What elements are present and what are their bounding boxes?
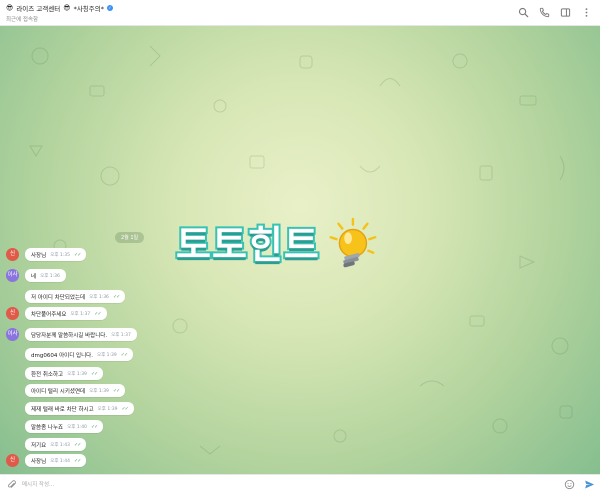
message-input[interactable] (22, 478, 542, 491)
message-time: 오후 1:40 (67, 424, 87, 430)
read-ticks-icon: ✓✓ (112, 293, 120, 300)
read-ticks-icon: ✓✓ (74, 457, 81, 464)
phone-icon[interactable] (539, 7, 550, 18)
read-ticks-icon: ✓✓ (112, 387, 120, 394)
message-time: 오후 1:37 (111, 332, 131, 338)
chat-header[interactable]: 😎 라이즈 고객센터 😎 *사칭주의* ✓ 최근에 접속함 (0, 0, 600, 26)
message-text: 아이디 털리 시키셨연데 (31, 388, 86, 395)
message-time: 오후 1:35 (50, 252, 71, 258)
lightbulb-icon (329, 217, 377, 268)
avatar[interactable]: 이사 (6, 328, 19, 341)
message-bubble[interactable]: 네 오후 1:36 (25, 269, 66, 282)
message-text: 저 아이디 차단되었는데 (31, 294, 86, 301)
message-bubble[interactable]: 담당자분께 말씀하시길 바랍니다. 오후 1:37 (25, 328, 137, 341)
send-icon[interactable] (584, 479, 595, 490)
message-text: 환전 취소하고 (31, 371, 64, 378)
watermark-logo-text: 토토힌트 (174, 223, 321, 267)
message-bubble[interactable]: 환전 취소하고 오후 1:39 ✓✓ (25, 367, 104, 380)
avatar[interactable]: 이사 (6, 269, 19, 282)
message-time: 오후 1:39 (97, 406, 118, 412)
read-ticks-icon: ✓✓ (94, 310, 101, 317)
read-ticks-icon: ✓✓ (90, 423, 98, 430)
message-text: 사장님 (31, 252, 47, 259)
chat-messages-area[interactable]: 토토힌트 2월 1일 신 이사 신 이사 신 사장님 오후 1:35 ✓✓ 네 … (0, 26, 600, 474)
header-actions (518, 7, 592, 18)
message-time: 오후 1:36 (89, 294, 109, 300)
watermark-logo: 토토힌트 (174, 216, 380, 274)
message-bubble[interactable]: 사장님 오후 1:44 ✓✓ (25, 454, 87, 467)
read-ticks-icon: ✓✓ (121, 405, 128, 412)
message-bubble[interactable]: 제재 털래 바로 차단 하시고 오후 1:39 ✓✓ (25, 402, 134, 415)
message-bubble[interactable]: 사장님 오후 1:35 ✓✓ (25, 248, 87, 261)
message-composer-bar (0, 474, 600, 494)
message-time: 오후 1:43 (50, 442, 71, 448)
date-separator: 2월 1일 (115, 232, 145, 243)
message-bubble[interactable]: 말씀좀 나누죠 오후 1:40 ✓✓ (25, 420, 104, 433)
chat-title[interactable]: 😎 라이즈 고객센터 😎 *사칭주의* ✓ (6, 3, 113, 13)
message-time: 오후 1:36 (40, 273, 60, 279)
message-text: 말씀좀 나누죠 (31, 424, 64, 431)
message-text: 담당자분께 말씀하시길 바랍니다. (31, 332, 108, 339)
last-seen-status: 최근에 접속함 (6, 17, 39, 23)
message-bubble[interactable]: 저 아이디 차단되었는데 오후 1:36 ✓✓ (25, 290, 126, 303)
telegram-chat-window: 😎 라이즈 고객센터 😎 *사칭주의* ✓ 최근에 접속함 토토힌트 2월 1일… (0, 0, 600, 494)
more-icon[interactable] (581, 7, 592, 18)
read-ticks-icon: ✓✓ (120, 351, 128, 358)
message-text: 네 (31, 273, 37, 280)
chat-title-text: 라이즈 고객센터 (16, 5, 61, 13)
read-ticks-icon: ✓✓ (74, 441, 81, 448)
read-ticks-icon: ✓✓ (74, 251, 81, 258)
read-ticks-icon: ✓✓ (90, 370, 98, 377)
message-text: 사장님 (31, 458, 47, 465)
sidebar-icon[interactable] (560, 7, 571, 18)
message-time: 오후 1:39 (67, 371, 87, 377)
sunglasses-emoji: 😎 (6, 3, 14, 12)
message-time: 오후 1:39 (96, 352, 117, 358)
avatar[interactable]: 신 (6, 307, 19, 320)
message-bubble[interactable]: 아이디 털리 시키셨연데 오후 1:39 ✓✓ (25, 384, 126, 397)
message-text: 차단풀어주세요 (31, 311, 67, 318)
message-bubble[interactable]: 저기요 오후 1:43 ✓✓ (25, 438, 87, 451)
paperclip-icon[interactable] (7, 480, 17, 490)
message-bubble[interactable]: dmg0604 아이디 입니다. 오후 1:39 ✓✓ (25, 348, 134, 361)
message-bubble[interactable]: 차단풀어주세요 오후 1:37 ✓✓ (25, 307, 107, 320)
message-time: 오후 1:39 (89, 388, 109, 394)
avatar[interactable]: 신 (6, 248, 19, 261)
avatar[interactable]: 신 (6, 454, 19, 467)
message-time: 오후 1:37 (70, 311, 91, 317)
sunglasses-emoji: 😎 (63, 3, 71, 12)
search-icon[interactable] (518, 7, 529, 18)
emoji-icon[interactable] (564, 479, 575, 490)
message-text: 제재 털래 바로 차단 하시고 (31, 406, 94, 413)
message-text: 저기요 (31, 442, 47, 449)
verified-badge-icon: ✓ (106, 5, 113, 11)
message-time: 오후 1:44 (50, 458, 71, 464)
chat-title-suffix: *사칭주의* (73, 5, 104, 13)
message-text: dmg0604 아이디 입니다. (31, 352, 93, 359)
